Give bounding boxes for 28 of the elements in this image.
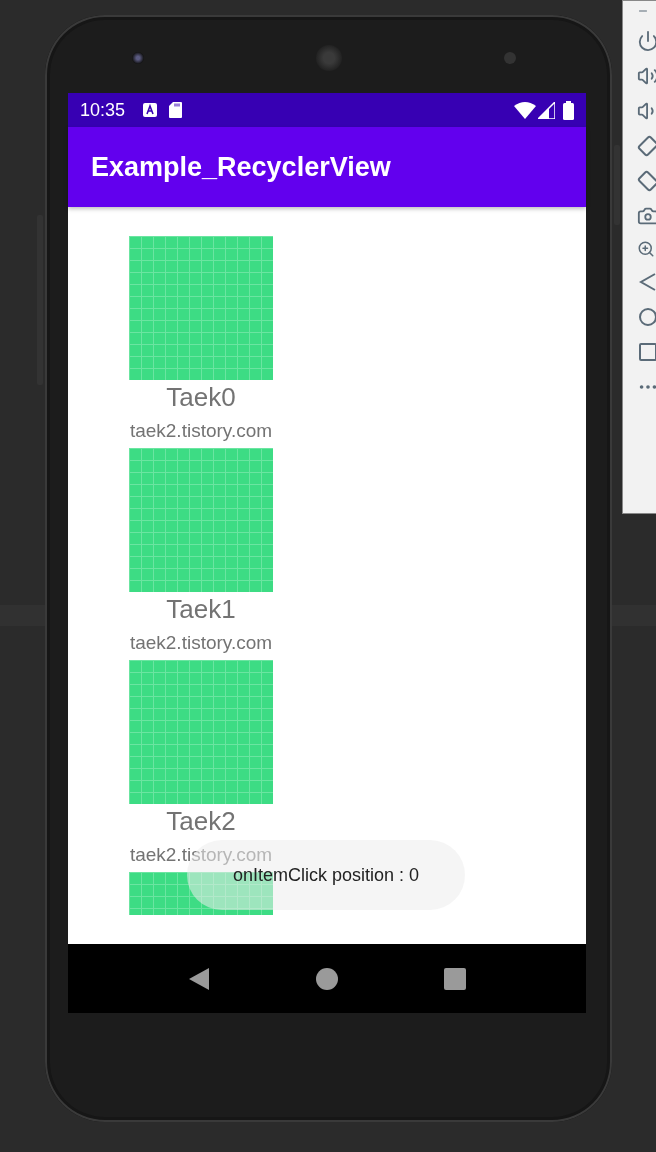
- recents-icon[interactable]: [444, 967, 466, 990]
- status-time: 10:35: [80, 99, 126, 121]
- camera-icon: [132, 52, 144, 64]
- volume-down-icon[interactable]: [637, 100, 656, 122]
- item-subtitle: taek2.tistory.com: [129, 631, 273, 655]
- battery-icon: [563, 100, 574, 120]
- back-icon[interactable]: [188, 966, 210, 991]
- signal-icon: [538, 101, 555, 119]
- camera-icon[interactable]: [637, 205, 656, 227]
- item-subtitle: taek2.tistory.com: [129, 843, 273, 867]
- volume-up-icon[interactable]: [637, 65, 656, 87]
- power-icon[interactable]: [637, 30, 656, 52]
- item-subtitle: taek2.tistory.com: [129, 419, 273, 443]
- overview-icon[interactable]: [637, 341, 656, 363]
- item-title: Taek0: [166, 381, 236, 414]
- speaker-icon: [316, 45, 342, 71]
- home-icon[interactable]: [316, 967, 338, 990]
- app-title: Example_RecyclerView: [91, 151, 391, 183]
- sd-card-icon: [169, 102, 183, 118]
- item-title: Taek1: [166, 593, 236, 626]
- item-title: Taek2: [166, 805, 236, 838]
- zoom-icon[interactable]: [637, 240, 655, 258]
- back-icon[interactable]: [637, 271, 656, 293]
- home-icon[interactable]: [637, 306, 656, 328]
- wifi-icon: [514, 101, 536, 119]
- keyboard-icon: [143, 103, 158, 117]
- rotate-left-icon[interactable]: [637, 135, 656, 157]
- rotate-right-icon[interactable]: [637, 170, 656, 192]
